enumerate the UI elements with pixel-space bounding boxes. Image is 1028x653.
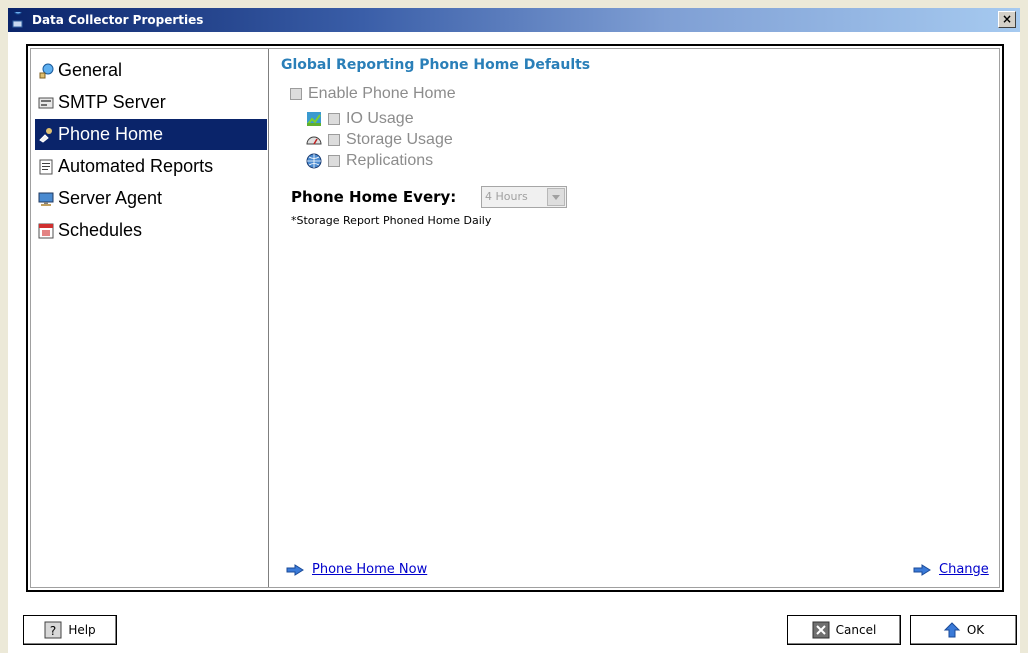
nav-item-label: Server Agent xyxy=(58,188,163,208)
server-agent-icon xyxy=(38,192,54,206)
replications-row: Replications xyxy=(306,152,433,170)
arrow-right-icon xyxy=(286,563,304,576)
phone-home-settings: Global Reporting Phone Home Defaults Ena… xyxy=(273,49,999,587)
svg-text:?: ? xyxy=(50,624,56,638)
storage-usage-checkbox[interactable] xyxy=(328,134,340,146)
globe-icon xyxy=(306,153,322,169)
ok-label: OK xyxy=(966,623,985,637)
nav-item-automated-reports[interactable]: Automated Reports xyxy=(35,151,267,182)
cancel-icon xyxy=(812,621,830,639)
phone-home-every-label: Phone Home Every: xyxy=(291,188,457,206)
phone-home-interval-select[interactable]: 4 Hours xyxy=(481,186,567,208)
io-chart-icon xyxy=(307,112,321,126)
storage-usage-row: Storage Usage xyxy=(306,131,453,149)
enable-phone-home-label: Enable Phone Home xyxy=(308,85,456,102)
storage-report-note: *Storage Report Phoned Home Daily xyxy=(291,214,492,227)
arrow-right-icon xyxy=(913,563,931,576)
enable-phone-home-checkbox[interactable] xyxy=(290,88,302,100)
phone-home-interval-value: 4 Hours xyxy=(485,190,528,203)
replications-label: Replications xyxy=(346,152,434,169)
window-title: Data Collector Properties xyxy=(32,13,204,27)
nav-item-general[interactable]: General xyxy=(35,55,267,86)
category-list: General SMTP Server Phone Home Automated… xyxy=(31,49,269,587)
nav-item-schedules[interactable]: Schedules xyxy=(35,215,267,246)
nav-item-server-agent[interactable]: Server Agent xyxy=(35,183,267,214)
nav-item-label: SMTP Server xyxy=(58,92,166,112)
arrow-up-icon xyxy=(943,622,961,638)
cancel-button[interactable]: Cancel xyxy=(787,615,901,645)
section-heading: Global Reporting Phone Home Defaults xyxy=(281,57,591,73)
phone-home-now-label: Phone Home Now xyxy=(312,562,428,577)
reports-icon xyxy=(39,159,53,174)
ok-button[interactable]: OK xyxy=(910,615,1017,645)
io-usage-row: IO Usage xyxy=(306,110,414,128)
data-collector-icon xyxy=(12,12,23,28)
title-bar[interactable]: Data Collector Properties × xyxy=(8,8,1020,32)
nav-item-label: Schedules xyxy=(58,220,143,240)
change-label: Change xyxy=(939,562,989,577)
enable-phone-home-row: Enable Phone Home xyxy=(290,85,456,103)
smtp-icon xyxy=(38,97,54,108)
schedules-icon xyxy=(38,223,54,238)
properties-panel-inner: General SMTP Server Phone Home Automated… xyxy=(30,48,1000,588)
close-button[interactable]: × xyxy=(998,11,1016,28)
properties-panel: General SMTP Server Phone Home Automated… xyxy=(26,44,1004,592)
cancel-label: Cancel xyxy=(835,623,877,637)
nav-item-label: Phone Home xyxy=(58,124,164,144)
storage-usage-label: Storage Usage xyxy=(346,131,453,148)
phone-home-now-link[interactable]: Phone Home Now xyxy=(286,562,427,577)
nav-item-label: General xyxy=(58,60,123,80)
chevron-down-icon[interactable] xyxy=(547,188,565,206)
change-link[interactable]: Change xyxy=(913,562,989,577)
nav-item-label: Automated Reports xyxy=(58,156,214,176)
help-icon: ? xyxy=(44,621,62,639)
general-icon xyxy=(39,63,54,78)
phone-home-icon xyxy=(39,127,52,143)
io-usage-checkbox[interactable] xyxy=(328,113,340,125)
help-label: Help xyxy=(68,623,96,637)
nav-item-phone-home[interactable]: Phone Home xyxy=(35,119,267,150)
help-button[interactable]: ? Help xyxy=(23,615,117,645)
io-usage-label: IO Usage xyxy=(346,110,414,127)
replications-checkbox[interactable] xyxy=(328,155,340,167)
dialog-window: Data Collector Properties × General SMTP… xyxy=(0,0,1028,653)
gauge-icon xyxy=(306,136,322,145)
nav-item-smtp-server[interactable]: SMTP Server xyxy=(35,87,267,118)
